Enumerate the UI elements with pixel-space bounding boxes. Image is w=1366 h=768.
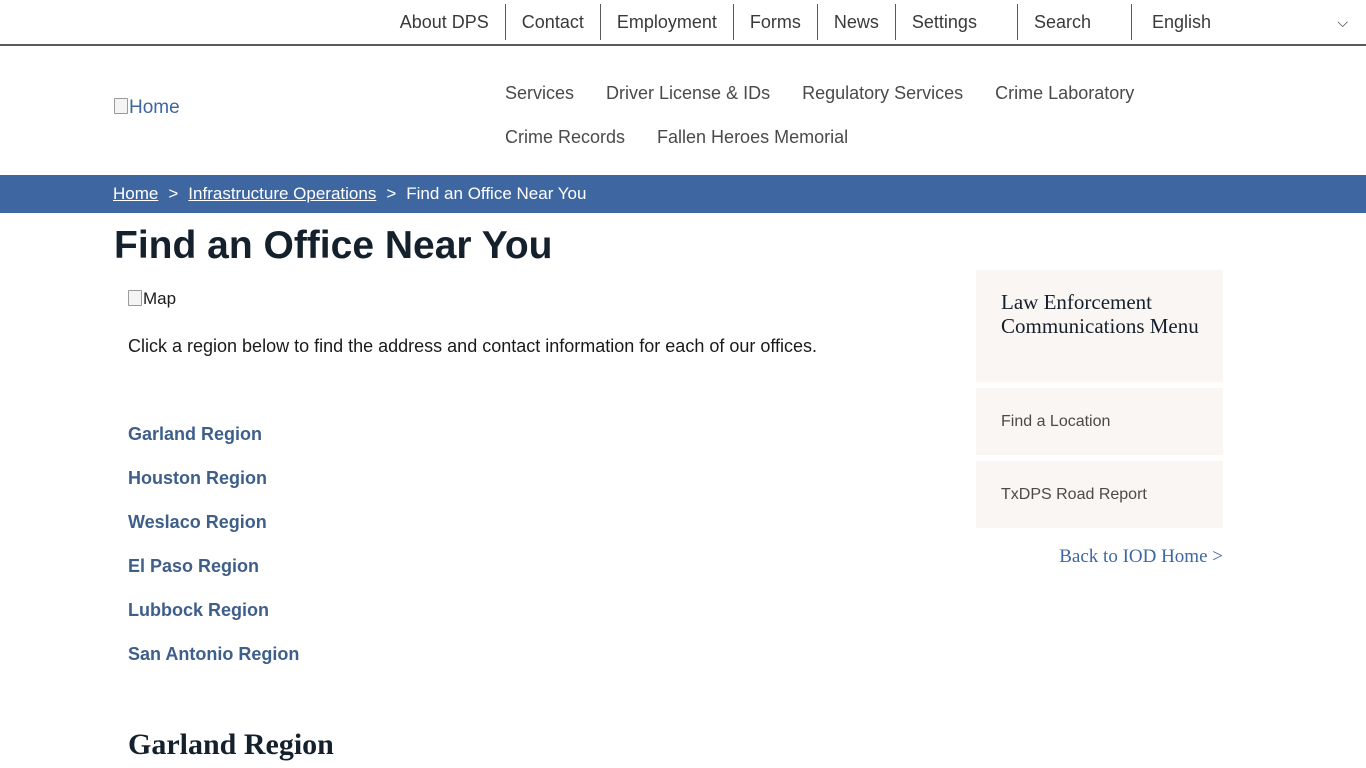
nav-item-regulatory-services[interactable]: Regulatory Services [786,71,979,115]
search-button[interactable]: Search [1016,4,1132,40]
language-select[interactable]: English ⌵ [1132,4,1366,40]
breadcrumb-current: Find an Office Near You [406,184,587,203]
language-selected-label: English [1152,11,1212,32]
util-link-contact[interactable]: Contact [506,4,601,40]
region-link-garland[interactable]: Garland Region [128,424,262,444]
page-title: Find an Office Near You [114,224,553,267]
sidebar: Law Enforcement Communications Menu Find… [976,270,1223,567]
list-item: Weslaco Region [128,509,299,553]
utility-bar: About DPS Contact Employment Forms News … [0,0,1366,46]
list-item: Houston Region [128,465,299,509]
region-link-san-antonio[interactable]: San Antonio Region [128,644,299,664]
chevron-down-icon: ⌵ [1337,13,1348,30]
region-link-el-paso[interactable]: El Paso Region [128,556,259,576]
list-item: El Paso Region [128,553,299,597]
region-link-lubbock[interactable]: Lubbock Region [128,600,269,620]
home-logo-link[interactable]: Home [114,97,180,119]
broken-image-icon [128,290,142,306]
list-item: Garland Region [128,421,299,465]
logo-alt-text: Home [129,97,180,118]
util-link-forms[interactable]: Forms [734,4,818,40]
sidebar-item-find-location[interactable]: Find a Location [976,388,1223,455]
nav-item-services[interactable]: Services [489,71,590,115]
breadcrumb-home-link[interactable]: Home [113,184,158,204]
nav-item-crime-records[interactable]: Crime Records [489,115,641,159]
intro-text: Click a region below to find the address… [128,336,818,356]
util-link-employment[interactable]: Employment [601,4,734,40]
breadcrumb-separator: > [168,184,179,203]
breadcrumb-separator: > [386,184,397,203]
utility-nav: About DPS Contact Employment Forms News … [384,4,1366,40]
list-item: Lubbock Region [128,597,299,641]
nav-item-fallen-heroes[interactable]: Fallen Heroes Memorial [641,115,864,159]
broken-image-icon [114,98,128,114]
util-link-news[interactable]: News [818,4,896,40]
region-list: Garland Region Houston Region Weslaco Re… [128,421,299,685]
region-link-weslaco[interactable]: Weslaco Region [128,512,267,532]
sidebar-item-road-report[interactable]: TxDPS Road Report [976,461,1223,528]
breadcrumb-bar: Home > Infrastructure Operations > Find … [0,175,1366,213]
map-image: Map [128,289,176,309]
util-link-settings[interactable]: Settings [896,4,1017,40]
sidebar-heading: Law Enforcement Communications Menu [976,270,1223,382]
nav-item-driver-license[interactable]: Driver License & IDs [590,71,786,115]
util-link-about[interactable]: About DPS [384,4,506,40]
back-to-iod-home-link[interactable]: Back to IOD Home > [1059,546,1223,568]
region-link-houston[interactable]: Houston Region [128,468,267,488]
section-heading-garland: Garland Region [128,728,334,761]
breadcrumb: Home > Infrastructure Operations > Find … [113,175,586,213]
breadcrumb-parent-link[interactable]: Infrastructure Operations [188,184,376,204]
map-alt-text: Map [143,289,177,308]
main-nav: Services Driver License & IDs Regulatory… [489,71,1189,159]
nav-item-crime-laboratory[interactable]: Crime Laboratory [979,71,1150,115]
list-item: San Antonio Region [128,641,299,685]
